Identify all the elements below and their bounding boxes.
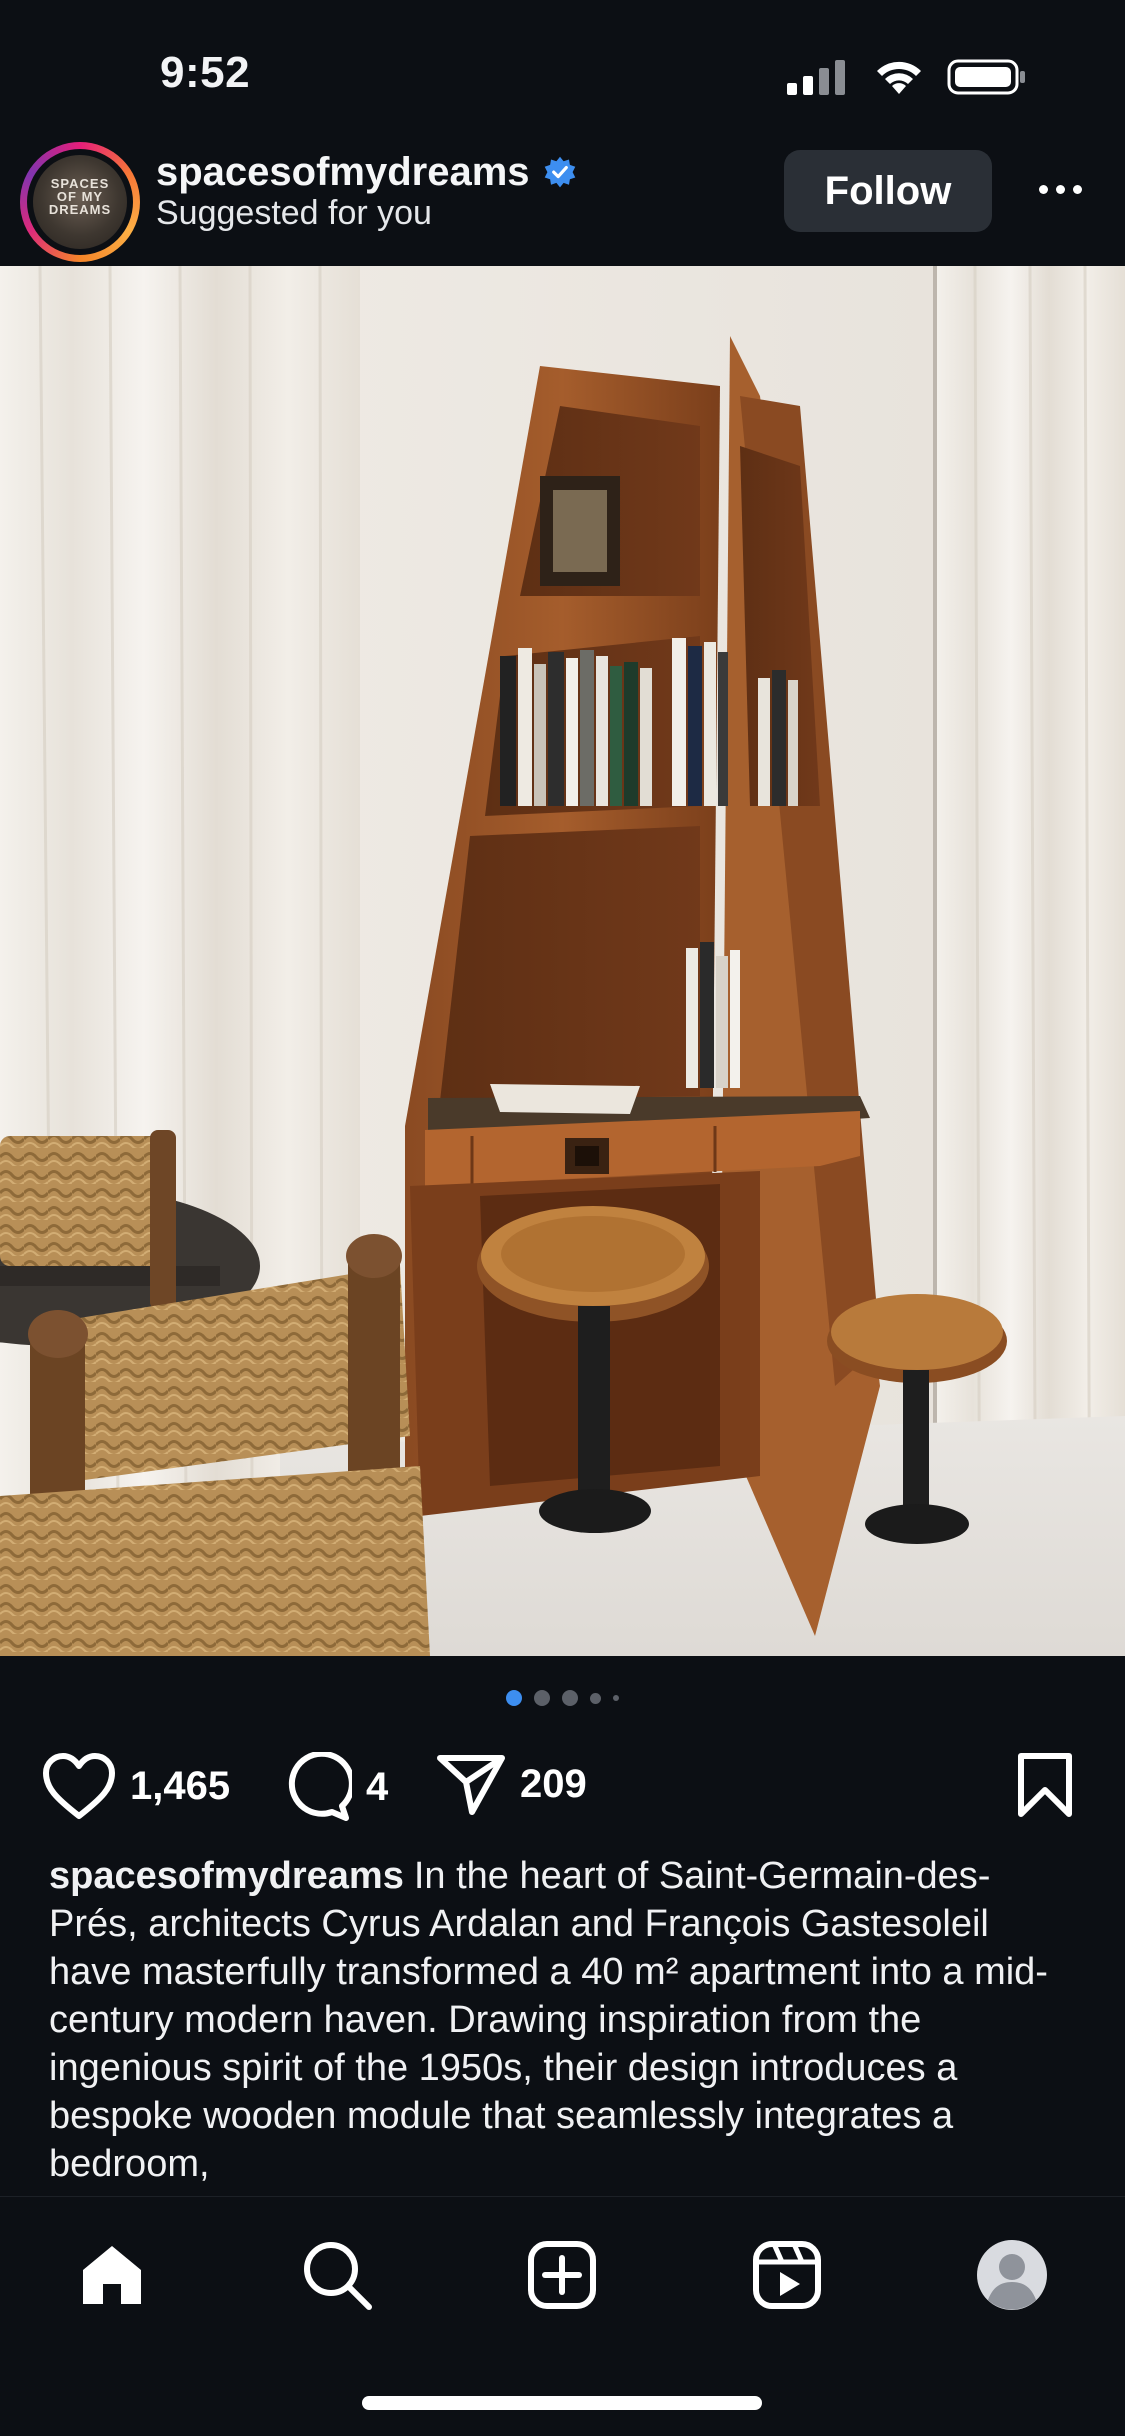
carousel-dot	[613, 1695, 619, 1701]
share-count[interactable]: 209	[520, 1762, 587, 1807]
username-row: spacesofmydreams	[156, 150, 578, 195]
bookmark-icon[interactable]	[1016, 1752, 1074, 1818]
wifi-icon	[877, 61, 921, 94]
nav-home[interactable]	[72, 2235, 152, 2315]
comment-action: 4	[282, 1752, 388, 1822]
signal-icon	[787, 60, 845, 95]
carousel-dot	[506, 1690, 522, 1706]
caption-text: In the heart of Saint-Germain-des-Prés, …	[49, 1855, 1048, 2185]
post-username[interactable]: spacesofmydreams	[156, 150, 530, 195]
comment-icon[interactable]	[282, 1752, 352, 1822]
more-options-icon[interactable]	[1030, 174, 1090, 204]
like-count[interactable]: 1,465	[130, 1764, 230, 1809]
nav-reels[interactable]	[747, 2235, 827, 2315]
status-bar: 9:52	[0, 0, 1125, 150]
post-caption[interactable]: spacesofmydreams In the heart of Saint-Ge…	[49, 1852, 1079, 2192]
carousel-indicator	[0, 1690, 1125, 1706]
profile-icon[interactable]	[975, 2238, 1049, 2312]
like-action: 1,465	[42, 1752, 230, 1820]
create-icon[interactable]	[527, 2240, 597, 2310]
avatar-logo-text: SPACES OF MY DREAMS	[48, 176, 112, 217]
caption-username[interactable]: spacesofmydreams	[49, 1855, 404, 1897]
post-image[interactable]	[0, 266, 1125, 1656]
comment-count[interactable]: 4	[366, 1765, 388, 1810]
follow-button[interactable]: Follow	[784, 150, 992, 232]
carousel-dot	[590, 1692, 601, 1704]
nav-profile[interactable]	[972, 2235, 1052, 2315]
post-actions: 1,465 4 209	[0, 1740, 1125, 1840]
send-icon[interactable]	[436, 1752, 506, 1816]
carousel-dot	[534, 1690, 550, 1706]
nav-create[interactable]	[522, 2235, 602, 2315]
suggested-label: Suggested for you	[156, 194, 432, 232]
nav-search[interactable]	[297, 2235, 377, 2315]
post-header: SPACES OF MY DREAMS spacesofmydreams Sug…	[0, 142, 1125, 266]
carousel-dot	[562, 1690, 578, 1706]
status-time: 9:52	[160, 48, 251, 97]
reels-icon[interactable]	[752, 2240, 822, 2310]
home-indicator[interactable]	[362, 2396, 762, 2410]
avatar[interactable]: SPACES OF MY DREAMS	[20, 142, 140, 262]
verified-badge-icon	[544, 156, 575, 187]
heart-icon[interactable]	[42, 1752, 116, 1820]
home-icon[interactable]	[77, 2242, 147, 2308]
status-icons	[785, 58, 1027, 96]
share-action: 209	[436, 1752, 587, 1816]
battery-icon	[947, 59, 1025, 95]
search-icon[interactable]	[301, 2239, 373, 2311]
